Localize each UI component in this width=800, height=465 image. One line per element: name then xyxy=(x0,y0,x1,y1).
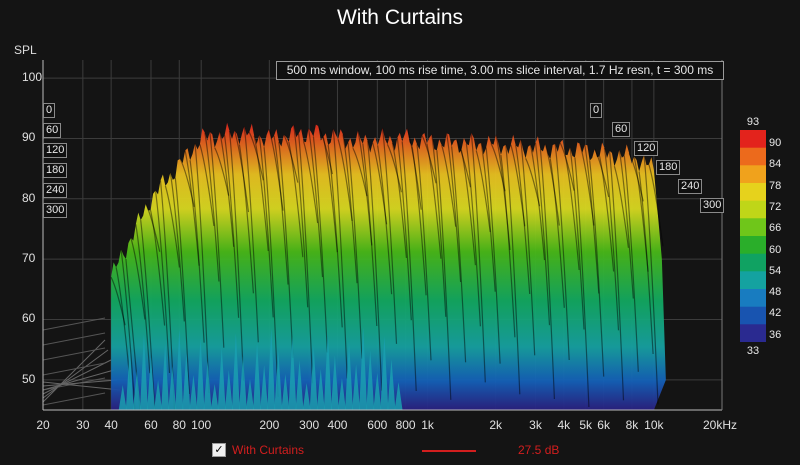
x-tick-label: 80 xyxy=(172,418,186,432)
colorbar-tick-label: 36 xyxy=(769,328,782,341)
x-tick-label: 20 xyxy=(36,418,50,432)
colorbar-band xyxy=(740,306,766,325)
time-tick-label-left: 300 xyxy=(43,203,68,218)
time-tick-label-right: 180 xyxy=(656,160,681,175)
time-tick-label-right: 60 xyxy=(612,122,631,137)
colorbar xyxy=(740,130,766,342)
legend-series-name: With Curtains xyxy=(232,443,305,457)
colorbar-min-label: 33 xyxy=(746,345,760,357)
colorbar-band xyxy=(740,253,766,272)
time-tick-label-left: 120 xyxy=(43,143,68,158)
time-tick-label-right: 240 xyxy=(678,179,703,194)
floor-line xyxy=(42,359,112,395)
colorbar-band xyxy=(740,289,766,308)
time-tick-label-left: 180 xyxy=(43,163,68,178)
x-tick-label: 10k xyxy=(644,418,664,432)
legend-checkbox[interactable]: ✓ xyxy=(212,443,226,457)
x-tick-label: 800 xyxy=(395,418,416,432)
colorbar-tick-label: 48 xyxy=(769,286,782,299)
colorbar-band xyxy=(740,183,766,202)
x-tick-label: 2k xyxy=(489,418,502,432)
y-tick-label: 100 xyxy=(22,70,43,85)
y-tick-label: 90 xyxy=(22,130,36,145)
x-tick-label: 200 xyxy=(259,418,280,432)
time-tick-label-right: 120 xyxy=(634,141,659,156)
x-tick-label: 300 xyxy=(299,418,320,432)
colorbar-tick-label: 54 xyxy=(769,264,782,277)
x-tick-label: 400 xyxy=(327,418,348,432)
time-tick-label-right: 0 xyxy=(590,103,603,118)
colorbar-band xyxy=(740,200,766,219)
colorbar-tick-label: 90 xyxy=(769,137,782,149)
time-tick-label-left: 60 xyxy=(43,123,62,138)
colorbar-tick-label: 60 xyxy=(769,243,782,256)
time-tick-label-right: 300 xyxy=(700,198,725,213)
colorbar-band xyxy=(740,271,766,290)
x-tick-label: 60 xyxy=(144,418,158,432)
colorbar-band xyxy=(740,324,766,342)
x-tick-label: 5k xyxy=(579,418,593,432)
colorbar-band xyxy=(740,236,766,255)
colorbar-band xyxy=(740,218,766,237)
legend-line-swatch xyxy=(422,450,476,452)
y-tick-label: 70 xyxy=(22,251,36,266)
x-tick-label: 600 xyxy=(367,418,388,432)
colorbar-max-label: 93 xyxy=(746,116,760,128)
floor-line xyxy=(42,332,106,346)
x-tick-label: 100 xyxy=(191,418,212,432)
x-tick-label: 8k xyxy=(625,418,639,432)
y-tick-label: 60 xyxy=(22,311,36,326)
colorbar-band xyxy=(740,147,766,166)
colorbar-tick-label: 72 xyxy=(769,200,782,213)
waterfall-slices xyxy=(110,122,666,410)
x-tick-label: 20kHz xyxy=(702,418,738,432)
colorbar-tick-label: 78 xyxy=(769,179,782,192)
x-tick-label: 6k xyxy=(597,418,610,432)
colorbar-tick-label: 66 xyxy=(769,222,782,235)
colorbar-band xyxy=(740,165,766,184)
y-tick-label: 50 xyxy=(22,371,36,386)
y-tick-label: 80 xyxy=(22,190,36,205)
floor-line xyxy=(42,362,106,376)
colorbar-band xyxy=(740,130,766,149)
x-tick-label: 1k xyxy=(421,418,434,432)
time-tick-label-left: 0 xyxy=(43,103,56,118)
x-tick-label: 40 xyxy=(104,418,118,432)
analysis-info-box: 500 ms window, 100 ms rise time, 3.00 ms… xyxy=(276,61,724,80)
colorbar-tick-label: 42 xyxy=(769,307,782,320)
x-tick-label: 30 xyxy=(76,418,90,432)
x-tick-label: 4k xyxy=(557,418,571,432)
x-tick-label: 3k xyxy=(529,418,542,432)
colorbar-tick-label: 84 xyxy=(769,158,782,171)
floor-line xyxy=(42,392,106,406)
time-tick-label-left: 240 xyxy=(43,183,68,198)
floor-line xyxy=(42,347,106,361)
legend-value: 27.5 dB xyxy=(518,443,560,457)
